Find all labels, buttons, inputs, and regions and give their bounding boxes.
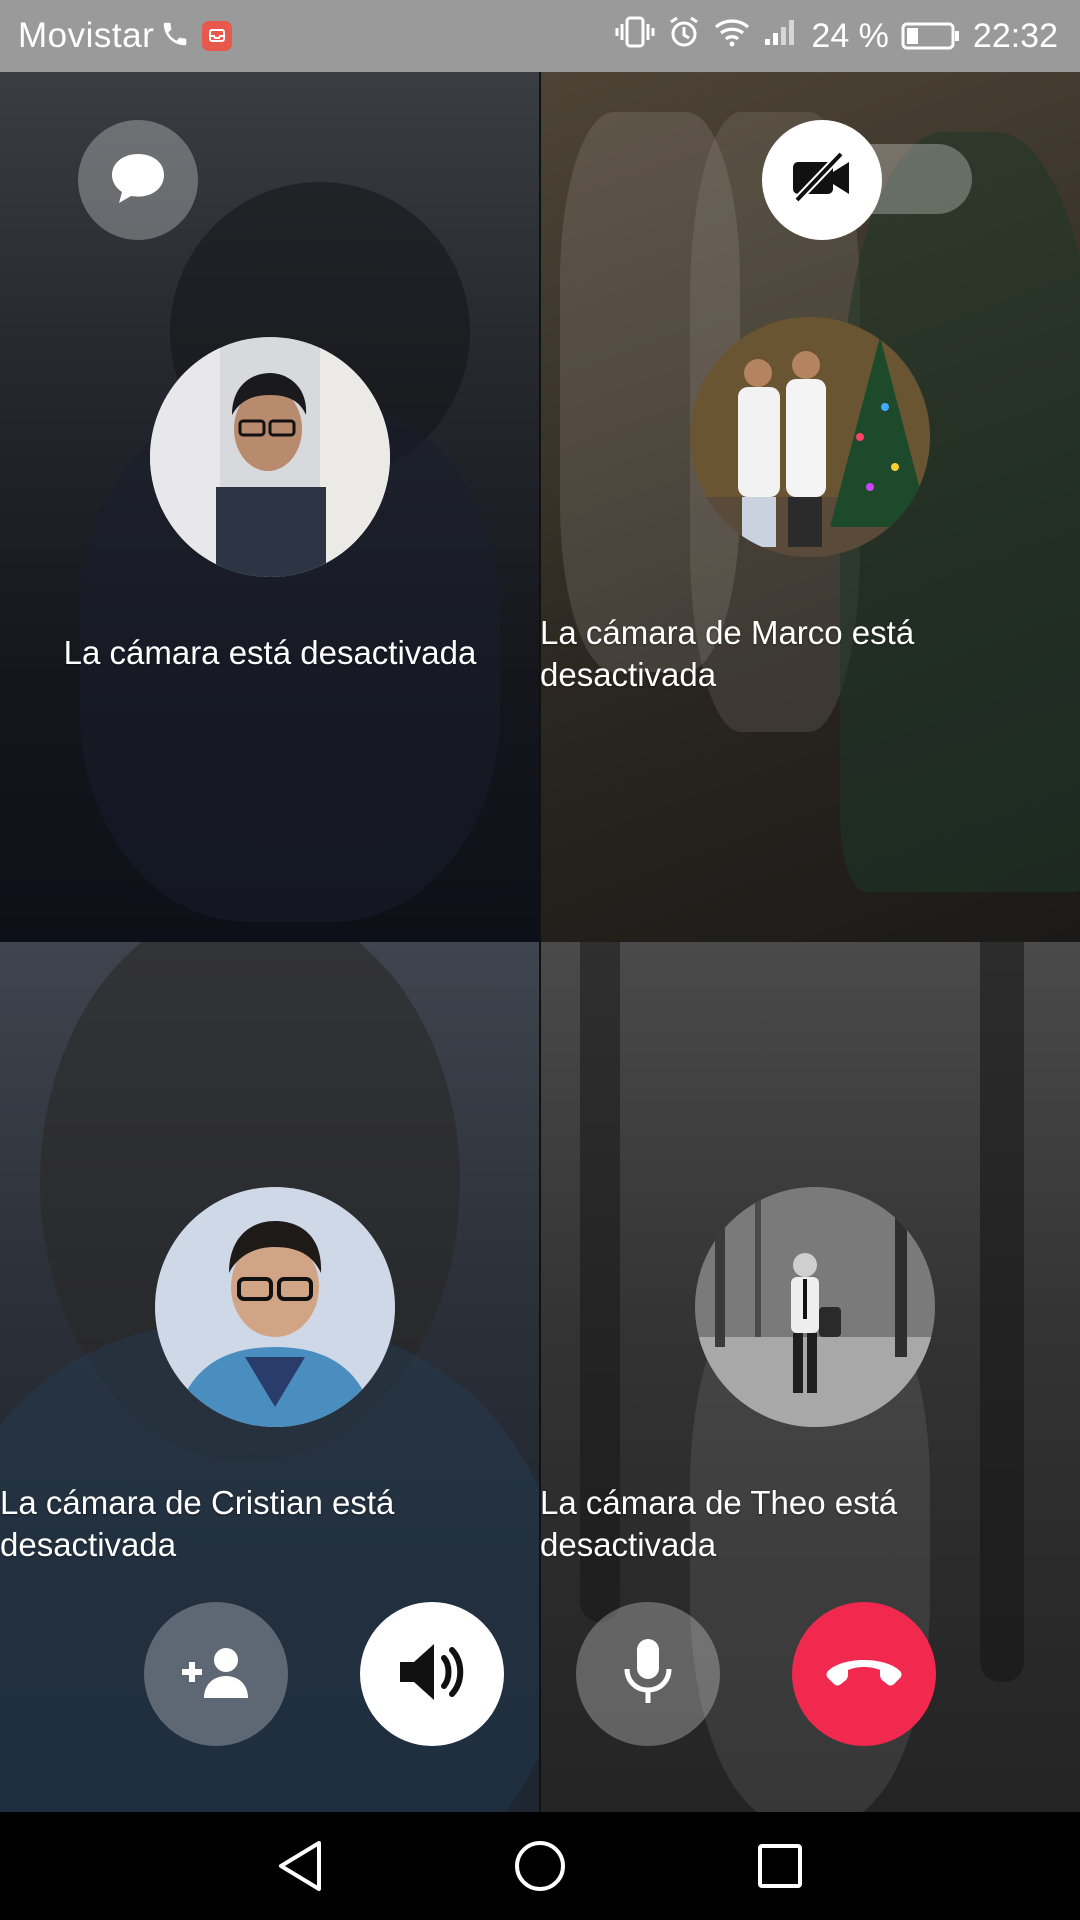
clock-time: 22:32: [972, 16, 1058, 55]
camera-toggle-button[interactable]: [762, 120, 882, 240]
speaker-button[interactable]: [360, 1602, 504, 1746]
microphone-button[interactable]: [576, 1602, 720, 1746]
phone-call-icon: [160, 19, 190, 54]
camera-off-label: La cámara de Marco está desactivada: [540, 614, 915, 693]
camera-off-label: La cámara está desactivada: [63, 634, 477, 671]
camera-off-label: La cámara de Theo está desactivada: [540, 1484, 898, 1563]
vibrate-icon: [615, 15, 655, 58]
status-left: Movistar: [18, 16, 233, 56]
battery-icon: [901, 21, 961, 51]
camera-off-label: La cámara de Cristian está desactivada: [0, 1484, 395, 1563]
speaker-icon: [396, 1640, 468, 1709]
battery-percent: 24 %: [811, 16, 889, 55]
video-tile-self[interactable]: La cámara está desactivada: [0, 72, 540, 942]
recent-apps-icon[interactable]: [748, 1834, 812, 1898]
status-right: 24 % 22:32: [615, 15, 1058, 58]
home-icon[interactable]: [508, 1834, 572, 1898]
participant-avatar: [695, 1187, 935, 1427]
video-off-icon: [787, 150, 857, 211]
end-call-button[interactable]: [792, 1602, 936, 1746]
background-blur-shape: [980, 942, 1024, 1682]
chat-bubble-icon: [108, 150, 168, 211]
microphone-icon: [623, 1637, 673, 1712]
grid-divider: [539, 72, 541, 1812]
wifi-icon: [713, 16, 751, 57]
add-participant-button[interactable]: [144, 1602, 288, 1746]
back-icon[interactable]: [268, 1834, 332, 1898]
chat-button[interactable]: [78, 120, 198, 240]
status-bar: Movistar 24 % 22:32: [0, 0, 1080, 72]
add-person-icon: [178, 1644, 254, 1705]
participant-avatar: [690, 317, 930, 557]
app-notification-icon: [202, 21, 233, 51]
carrier-name: Movistar: [18, 16, 155, 55]
participant-avatar: [155, 1187, 395, 1427]
participant-avatar: [150, 337, 390, 577]
signal-icon: [763, 17, 799, 56]
hang-up-icon: [824, 1654, 904, 1695]
navigation-bar: [0, 1812, 1080, 1920]
alarm-icon: [667, 15, 701, 58]
